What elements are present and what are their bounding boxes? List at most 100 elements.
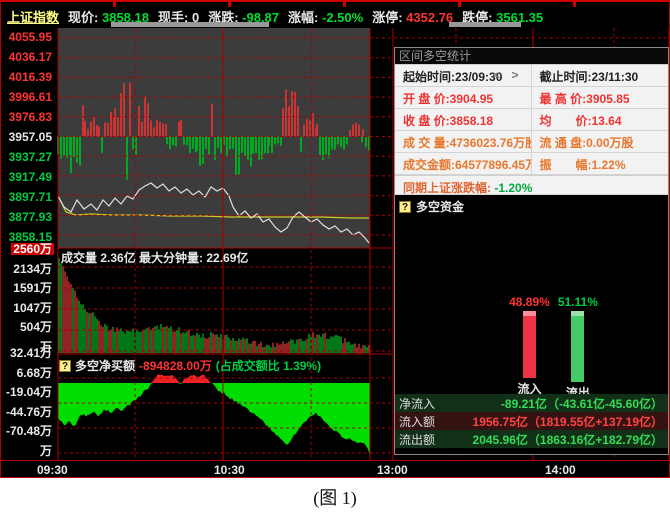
time-tick: 13:00 — [377, 463, 408, 477]
quote-topbar: 上证指数 现价: 3858.18 现手: 0 涨跌: -98.87 — [1, 0, 670, 28]
stats-cell: 均 价:13.64 — [532, 109, 669, 130]
funds-row-label: 流入额 — [395, 413, 447, 430]
volume-tick: 1591万 — [11, 282, 54, 294]
stat-label: 收 盘 价: — [403, 114, 450, 128]
stats-cell: 振 幅:1.22% — [532, 153, 669, 174]
stat-value: 23/11:30 — [592, 70, 639, 84]
index-name[interactable]: 上证指数 — [7, 7, 59, 26]
stat-label: 开 盘 价: — [403, 92, 450, 106]
funds-row-value: -89.21亿（-43.61亿-45.60亿） — [447, 395, 668, 412]
volume-tick: 2560万 — [11, 243, 54, 255]
time-axis: 09:30 10:30 13:00 14:00 — [1, 460, 670, 478]
stats-row: 开 盘 价:3904.95 最 高 价:3905.85 — [395, 87, 668, 109]
price-tick: 3957.05 — [7, 131, 54, 143]
price-axis: 4055.954036.174016.393996.613976.833957.… — [1, 31, 54, 243]
funds-bar-chart: 48.89% 流入 51.11% 流出 — [417, 295, 670, 401]
netbuy-name: 多空净买额 — [75, 357, 135, 374]
quote-field-label: 涨幅: — [288, 10, 318, 25]
quote-field: 涨停: 4352.76 — [372, 7, 453, 26]
price-tick: 4055.95 — [7, 31, 54, 43]
time-tick: 10:30 — [214, 463, 245, 477]
scrollbar-segment[interactable] — [111, 22, 269, 27]
stat-label: 最 高 价: — [540, 92, 587, 106]
stat-value: 0.00万股 — [586, 136, 633, 150]
volume-axis: 2560万2134万1591万1047万504万万 — [1, 243, 54, 353]
volume-tick: 504万 — [18, 321, 54, 333]
quote-field-value: -2.50% — [322, 10, 363, 25]
stat-label: 均 价: — [540, 114, 592, 128]
stat-value: 4736023.76万股 — [450, 136, 532, 150]
stats-cell: 收 盘 价:3858.18 — [395, 109, 532, 130]
price-tick: 3996.61 — [7, 91, 54, 103]
scrollbar-thumb[interactable] — [449, 22, 521, 27]
funds-bar — [571, 311, 584, 382]
stats-cell: 起始时间:23/09:30 < > — [395, 65, 532, 86]
quote-field: 涨幅: -2.50% — [288, 7, 363, 26]
stat-value: 3904.95 — [450, 92, 493, 106]
netbuy-axis: 32.41万6.68万-19.04万-44.76万-70.48万万 — [1, 347, 54, 457]
stats-cell: 开 盘 价:3904.95 — [395, 87, 532, 108]
help-icon[interactable]: ? — [399, 201, 411, 213]
netbuy-info-label: ? 多空净买额 -894828.00万 (占成交额比 1.39%) — [59, 357, 321, 374]
netbuy-value: -894828.00万 — [139, 357, 212, 374]
volume-tick: 1047万 — [11, 302, 54, 314]
price-tick: 3917.49 — [7, 171, 54, 183]
panel-title: 区间多空统计 — [395, 48, 668, 64]
stat-value: 3858.18 — [450, 114, 493, 128]
stats-cell: 截止时间:23/11:30 — [532, 65, 669, 86]
stats-cell: 成 交 量:4736023.76万股 — [395, 131, 532, 152]
stat-label: 起始时间: — [403, 70, 455, 84]
price-tick: 4036.17 — [7, 51, 54, 63]
price-tick: 3976.83 — [7, 111, 54, 123]
netbuy-tick: 6.68万 — [15, 367, 54, 379]
stat-value: 3905.85 — [586, 92, 629, 106]
price-tick: 3937.27 — [7, 151, 54, 163]
quote-field-label: 涨停: — [372, 10, 402, 25]
stat-value: 1.22% — [592, 158, 626, 172]
funds-bar — [523, 311, 536, 378]
stats-footer: 同期上证涨跌幅: -1.20% — [395, 175, 668, 195]
funds-title-row: ? 多空资金 — [395, 195, 668, 215]
stat-label: 成 交 量: — [403, 136, 450, 150]
volume-info-label: 成交量 2.36亿 最大分钟量: 22.69亿 — [61, 249, 248, 266]
terminal-area: 上证指数 现价: 3858.18 现手: 0 涨跌: -98.87 — [0, 0, 670, 478]
netbuy-tick: -44.76万 — [4, 406, 54, 418]
funds-row: 流出额 2045.96亿（1863.16亿+182.79亿） — [395, 430, 668, 448]
funds-bar-column: 51.11% 流出 — [558, 295, 598, 401]
range-nav-arrows[interactable]: < > — [493, 68, 522, 82]
quote-field-label: 现价: — [68, 10, 98, 25]
funds-row-value: 1956.75亿（1819.55亿+137.19亿） — [447, 413, 668, 430]
funds-row: 净流入 -89.21亿（-43.61亿-45.60亿） — [395, 394, 668, 412]
stat-label: 流 通 盘: — [540, 136, 587, 150]
quote-field-value: 4352.76 — [406, 10, 453, 25]
stat-value: 13.64 — [592, 114, 622, 128]
funds-title: 多空资金 — [416, 198, 464, 215]
time-tick: 09:30 — [37, 463, 68, 477]
figure-caption: (图 1) — [0, 478, 670, 515]
footer-value: -1.20% — [494, 181, 532, 195]
stats-cell: 最 高 价:3905.85 — [532, 87, 669, 108]
price-tick: 3897.71 — [7, 191, 54, 203]
funds-row-label: 净流入 — [395, 395, 447, 412]
stat-label: 振 幅: — [540, 158, 592, 172]
stats-row: 收 盘 价:3858.18 均 价:13.64 — [395, 109, 668, 131]
stats-cell: 成交金额:64577896.45万元 — [395, 153, 532, 174]
stat-label: 截止时间: — [540, 70, 592, 84]
stats-row: 起始时间:23/09:30 < > 截止时间:23/11:30 — [395, 65, 668, 87]
netbuy-tick: 万 — [38, 445, 54, 457]
netbuy-tick: -70.48万 — [4, 425, 54, 437]
funds-bar-percent: 51.11% — [558, 295, 598, 309]
app-window: 上证指数 现价: 3858.18 现手: 0 涨跌: -98.87 — [0, 0, 670, 515]
funds-row-label: 流出额 — [395, 431, 447, 448]
price-tick: 3877.93 — [7, 211, 54, 223]
stats-cell: 流 通 盘:0.00万股 — [532, 131, 669, 152]
funds-bar-percent: 48.89% — [509, 295, 550, 309]
footer-label: 同期上证涨跌幅: — [403, 181, 491, 195]
stats-panel: 区间多空统计 起始时间:23/09:30 < > 截止时间:23/11:30 开… — [394, 47, 669, 455]
time-tick: 14:00 — [545, 463, 576, 477]
netbuy-tick: -19.04万 — [4, 386, 54, 398]
stats-table: 起始时间:23/09:30 < > 截止时间:23/11:30 开 盘 价:39… — [395, 64, 668, 175]
funds-bar-column: 48.89% 流入 — [509, 295, 550, 401]
stats-row: 成 交 量:4736023.76万股 流 通 盘:0.00万股 — [395, 131, 668, 153]
help-icon[interactable]: ? — [59, 360, 71, 372]
